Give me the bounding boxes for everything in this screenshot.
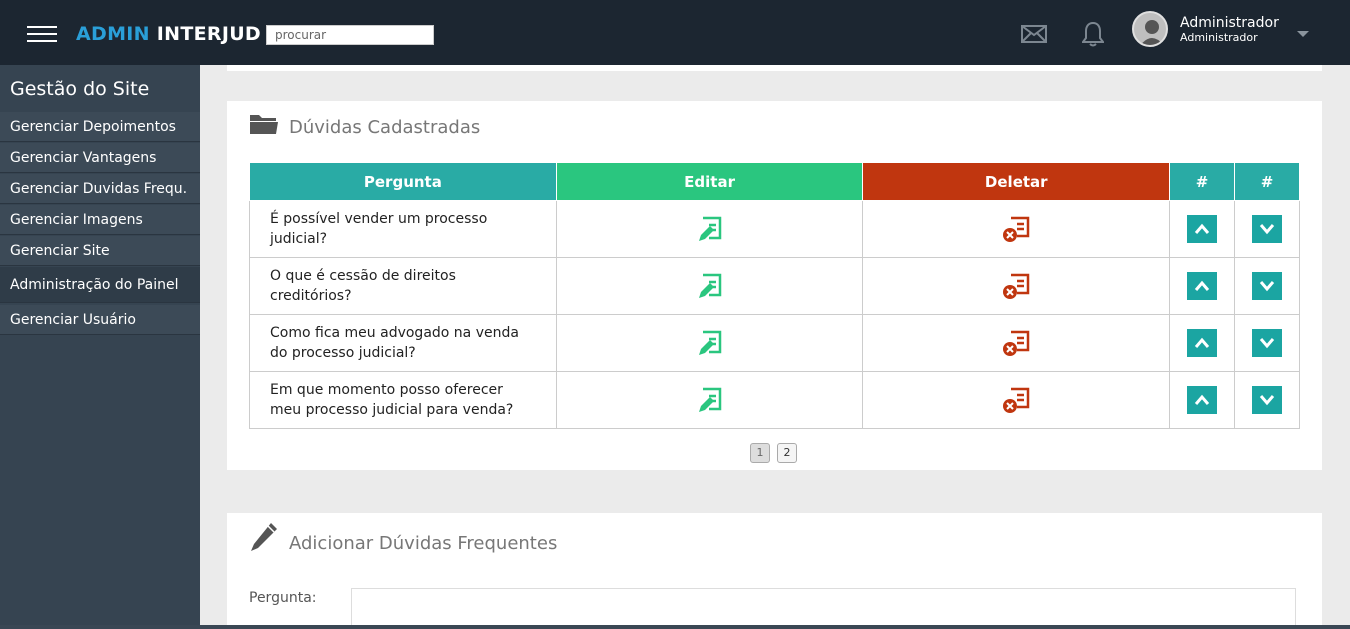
- delete-cell: [862, 200, 1171, 258]
- delete-document-icon[interactable]: [1001, 271, 1031, 301]
- column-header: Editar: [555, 162, 864, 201]
- avatar[interactable]: [1132, 11, 1168, 47]
- sidebar-item-imagens[interactable]: Gerenciar Imagens: [0, 205, 200, 235]
- column-header: #: [1234, 162, 1300, 201]
- hamburger-icon[interactable]: [27, 26, 57, 42]
- edit-cell: [555, 257, 864, 315]
- delete-document-icon[interactable]: [1001, 385, 1031, 415]
- panel-title: Dúvidas Cadastradas: [289, 117, 481, 138]
- sidebar: Gestão do Site Gerenciar Depoimentos Ger…: [0, 65, 200, 629]
- panel-title: Adicionar Dúvidas Frequentes: [289, 533, 558, 554]
- user-role: Administrador: [1180, 31, 1258, 44]
- chevron-up-icon[interactable]: [1187, 329, 1218, 357]
- user-name[interactable]: Administrador: [1180, 15, 1279, 31]
- edit-document-icon[interactable]: [695, 271, 725, 301]
- question-cell: Como fica meu advogado na venda do proce…: [249, 314, 557, 372]
- question-cell: É possível vender um processo judicial?: [249, 200, 557, 258]
- brand-part2: INTERJUD: [156, 23, 261, 45]
- chevron-down-icon[interactable]: [1252, 215, 1283, 243]
- column-header: Pergunta: [249, 162, 557, 201]
- pergunta-label: Pergunta:: [249, 590, 317, 606]
- delete-document-icon[interactable]: [1001, 328, 1031, 358]
- table-row: Em que momento posso oferecer meu proces…: [249, 371, 1300, 429]
- move-up-cell: [1169, 200, 1236, 258]
- move-down-cell: [1234, 257, 1300, 315]
- sidebar-item-depoimentos[interactable]: Gerenciar Depoimentos: [0, 112, 200, 142]
- edit-cell: [555, 314, 864, 372]
- move-down-cell: [1234, 200, 1300, 258]
- brand-logo[interactable]: ADMIN INTERJUD: [76, 23, 261, 45]
- pagination: 12: [750, 441, 804, 463]
- table-row: O que é cessão de direitos creditórios?: [249, 257, 1300, 315]
- move-up-cell: [1169, 257, 1236, 315]
- pencil-icon: [251, 523, 277, 551]
- edit-cell: [555, 371, 864, 429]
- chevron-down-icon[interactable]: [1297, 31, 1309, 37]
- sidebar-item-duvidas[interactable]: Gerenciar Duvidas Frequ.: [0, 174, 200, 204]
- edit-document-icon[interactable]: [695, 214, 725, 244]
- bell-icon[interactable]: [1082, 21, 1104, 47]
- sidebar-title: Gestão do Site: [10, 78, 150, 100]
- table-row: É possível vender um processo judicial?: [249, 200, 1300, 258]
- folder-icon: [250, 115, 278, 134]
- top-panel-edge: [227, 65, 1322, 71]
- mail-icon[interactable]: [1021, 25, 1047, 43]
- edit-document-icon[interactable]: [695, 385, 725, 415]
- add-faq-panel: Adicionar Dúvidas Frequentes Pergunta:: [227, 513, 1322, 629]
- page-button[interactable]: 1: [750, 443, 770, 463]
- page-button[interactable]: 2: [777, 443, 797, 463]
- column-header: #: [1169, 162, 1236, 201]
- pergunta-input[interactable]: [351, 588, 1296, 629]
- chevron-down-icon[interactable]: [1252, 329, 1283, 357]
- top-bar: ADMIN INTERJUD Administrador Administrad…: [0, 0, 1350, 65]
- sidebar-item-vantagens[interactable]: Gerenciar Vantagens: [0, 143, 200, 173]
- question-cell: O que é cessão de direitos creditórios?: [249, 257, 557, 315]
- sidebar-section-admin[interactable]: Administração do Painel: [0, 267, 200, 303]
- brand-part1: ADMIN: [76, 23, 150, 45]
- move-up-cell: [1169, 314, 1236, 372]
- move-down-cell: [1234, 314, 1300, 372]
- sidebar-item-usuario[interactable]: Gerenciar Usuário: [0, 305, 200, 335]
- chevron-up-icon[interactable]: [1187, 215, 1218, 243]
- delete-cell: [862, 314, 1171, 372]
- move-up-cell: [1169, 371, 1236, 429]
- sidebar-item-site[interactable]: Gerenciar Site: [0, 236, 200, 266]
- delete-document-icon[interactable]: [1001, 214, 1031, 244]
- bottom-strip: [0, 625, 1350, 629]
- faq-list-panel: Dúvidas Cadastradas Pergunta Editar Dele…: [227, 101, 1322, 470]
- faq-table: Pergunta Editar Deletar # # É possível v…: [249, 162, 1300, 429]
- chevron-up-icon[interactable]: [1187, 386, 1218, 414]
- edit-document-icon[interactable]: [695, 328, 725, 358]
- delete-cell: [862, 257, 1171, 315]
- chevron-up-icon[interactable]: [1187, 272, 1218, 300]
- column-header: Deletar: [862, 162, 1171, 201]
- chevron-down-icon[interactable]: [1252, 386, 1283, 414]
- search-input[interactable]: [266, 25, 434, 45]
- delete-cell: [862, 371, 1171, 429]
- table-row: Como fica meu advogado na venda do proce…: [249, 314, 1300, 372]
- move-down-cell: [1234, 371, 1300, 429]
- chevron-down-icon[interactable]: [1252, 272, 1283, 300]
- question-cell: Em que momento posso oferecer meu proces…: [249, 371, 557, 429]
- edit-cell: [555, 200, 864, 258]
